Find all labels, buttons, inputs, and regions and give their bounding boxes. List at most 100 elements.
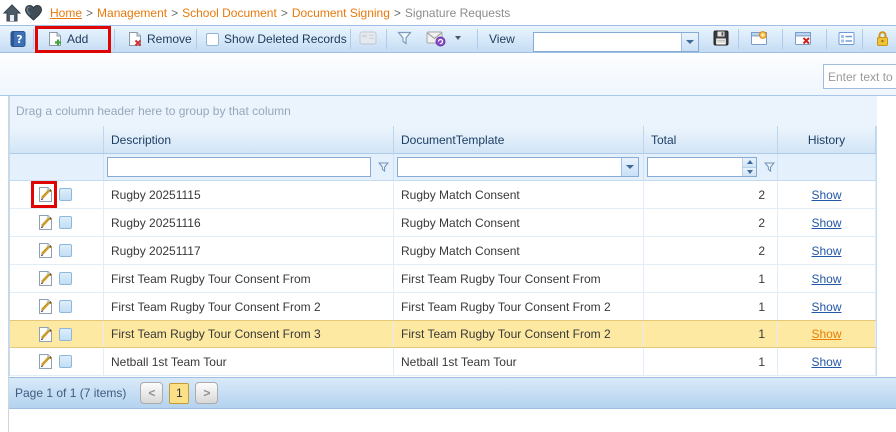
row-checkbox[interactable] (59, 216, 72, 229)
new-view-icon (750, 30, 768, 46)
breadcrumb-item-home[interactable]: Home (50, 6, 82, 20)
row-checkbox[interactable] (59, 328, 72, 341)
table-row[interactable]: Netball 1st Team TourNetball 1st Team To… (10, 348, 876, 376)
description-filter-input[interactable] (107, 157, 371, 177)
show-history-link[interactable]: Show (811, 300, 841, 314)
save-view-button[interactable] (708, 26, 734, 50)
row-checkbox[interactable] (59, 188, 72, 201)
template-filter-dropdown-button[interactable] (621, 158, 638, 176)
description-filter-funnel-button[interactable] (375, 157, 391, 177)
show-history-link[interactable]: Show (811, 244, 841, 258)
row-checkbox[interactable] (59, 300, 72, 313)
edit-icon[interactable] (37, 242, 54, 259)
template-cell: Netball 1st Team Tour (394, 348, 644, 375)
pager-prev-button[interactable]: < (140, 382, 163, 404)
show-deleted-label: Show Deleted Records (224, 32, 347, 46)
history-cell: Show (778, 293, 876, 320)
column-header-total[interactable]: Total (644, 126, 778, 153)
toolbar-separator (738, 29, 739, 49)
total-cell: 1 (644, 293, 778, 320)
toolbar-separator (350, 29, 351, 49)
home-icon[interactable] (2, 4, 22, 22)
show-deleted-checkbox[interactable] (206, 33, 219, 46)
spinner-down-button[interactable] (743, 167, 756, 177)
search-input[interactable] (823, 64, 896, 89)
total-cell: 1 (644, 321, 778, 347)
breadcrumb-item-management[interactable]: Management (97, 6, 167, 20)
total-filter-funnel-button[interactable] (761, 157, 777, 177)
total-filter-spinner[interactable] (647, 157, 757, 177)
view-combobox-dropdown-button[interactable] (681, 33, 698, 51)
history-cell: Show (778, 181, 876, 208)
toolbar-separator (477, 29, 478, 49)
description-cell: Netball 1st Team Tour (104, 348, 394, 375)
breadcrumb: Home>Management>School Document>Document… (47, 6, 513, 20)
table-row[interactable]: Rugby 20251115Rugby Match Consent2Show (10, 181, 876, 209)
toolbar-separator (196, 29, 197, 49)
edit-icon[interactable] (37, 270, 54, 287)
filter-button[interactable] (391, 26, 417, 50)
column-header-history[interactable]: History (778, 126, 876, 153)
show-deleted-records-toggle[interactable]: Show Deleted Records (206, 26, 347, 52)
export-dropdown-button[interactable] (450, 26, 466, 50)
table-row[interactable]: Rugby 20251117Rugby Match Consent2Show (10, 237, 876, 265)
description-cell: Rugby 20251115 (104, 181, 394, 208)
details-view-button[interactable] (833, 26, 859, 50)
row-checkbox[interactable] (59, 244, 72, 257)
signature-requests-page: Home > Management > School Document > Document… (0, 0, 896, 432)
filter-funnel-icon (764, 161, 775, 173)
template-filter-combobox[interactable] (397, 157, 639, 177)
description-cell: Rugby 20251117 (104, 237, 394, 264)
view-combobox-field[interactable] (533, 32, 699, 52)
table-row[interactable]: First Team Rugby Tour Consent From 2Firs… (10, 293, 876, 321)
view-combobox[interactable] (533, 29, 699, 55)
pager-page-1-button[interactable]: 1 (169, 383, 189, 404)
row-actions-cell (10, 293, 104, 320)
delete-view-button[interactable] (790, 26, 816, 50)
export-button[interactable] (423, 26, 449, 50)
column-header-documenttemplate[interactable]: DocumentTemplate (394, 126, 644, 153)
edit-icon[interactable] (37, 353, 54, 370)
table-row[interactable]: First Team Rugby Tour Consent From 3Firs… (10, 320, 876, 348)
show-history-link[interactable]: Show (811, 355, 841, 369)
toolbar-separator (862, 29, 863, 49)
table-row[interactable]: Rugby 20251116Rugby Match Consent2Show (10, 209, 876, 237)
column-header-description[interactable]: Description (104, 126, 394, 153)
show-history-link[interactable]: Show (811, 327, 841, 341)
row-checkbox[interactable] (59, 355, 72, 368)
row-checkbox[interactable] (59, 272, 72, 285)
total-cell: 2 (644, 209, 778, 236)
total-filter-value (648, 158, 656, 176)
breadcrumb-separator: > (394, 6, 401, 20)
breadcrumb-separator: > (86, 6, 93, 20)
row-actions-cell (10, 265, 104, 292)
edit-pencil-icon (37, 326, 54, 343)
toolbar-separator (826, 29, 827, 49)
card-view-button[interactable] (355, 26, 381, 50)
pager-next-button[interactable]: > (195, 382, 218, 404)
details-view-icon (838, 31, 855, 46)
row-actions-cell (10, 209, 104, 236)
card-view-icon (359, 31, 377, 45)
edit-icon[interactable] (37, 326, 54, 343)
breadcrumb-item-document-signing[interactable]: Document Signing (292, 6, 390, 20)
add-button[interactable]: Add (42, 26, 93, 52)
spinner-up-button[interactable] (743, 158, 756, 167)
show-history-link[interactable]: Show (811, 216, 841, 230)
remove-button[interactable]: Remove (122, 26, 197, 52)
table-row[interactable]: First Team Rugby Tour Consent FromFirst … (10, 265, 876, 293)
new-view-button[interactable] (746, 26, 772, 50)
breadcrumb-item-school-document[interactable]: School Document (182, 6, 277, 20)
edit-icon[interactable] (37, 186, 54, 203)
heart-icon[interactable] (24, 4, 43, 22)
help-button[interactable]: ? (9, 26, 27, 52)
edit-icon[interactable] (37, 298, 54, 315)
breadcrumb-icons (2, 4, 43, 22)
show-history-link[interactable]: Show (811, 272, 841, 286)
show-history-link[interactable]: Show (811, 188, 841, 202)
lock-button[interactable] (869, 26, 895, 50)
edit-icon[interactable] (37, 214, 54, 231)
group-by-panel[interactable]: Drag a column header here to group by th… (9, 96, 877, 126)
pager-summary: Page 1 of 1 (7 items) (15, 386, 126, 400)
toolbar-separator (386, 29, 387, 49)
